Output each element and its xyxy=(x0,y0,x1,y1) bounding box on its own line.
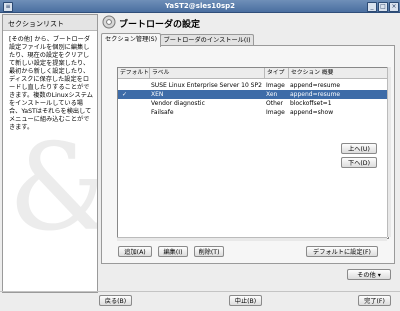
other-menu-button[interactable]: その他 ▾ xyxy=(347,269,391,280)
table-vertical-scrollbar[interactable] xyxy=(387,67,391,237)
delete-button[interactable]: 削除(T) xyxy=(194,246,224,257)
finish-button[interactable]: 完了(F) xyxy=(358,295,391,306)
table-horizontal-scrollbar[interactable] xyxy=(117,237,387,241)
row-summary: append=show xyxy=(290,109,334,116)
help-text: [その他] から、ブートローダ設定ファイルを個別に編集したり、現在の設定をクリア… xyxy=(9,36,93,131)
back-button[interactable]: 戻る(B) xyxy=(99,295,132,306)
table-row[interactable]: Vendor diagnostic Other blockoffset=1 xyxy=(118,99,388,108)
column-header-type[interactable]: タイプ xyxy=(265,68,289,79)
footer-divider xyxy=(0,291,400,292)
close-icon[interactable]: × xyxy=(389,2,399,12)
row-label: Failsafe xyxy=(151,109,174,116)
table-row[interactable]: SUSE Linux Enterprise Server 10 SP2 Imag… xyxy=(118,81,388,90)
window-title: YaST2@sles10sp2 xyxy=(164,2,236,10)
help-pane-title: セクションリスト xyxy=(8,20,64,28)
tab-section-management[interactable]: セクション管理(S) xyxy=(101,33,161,47)
move-down-button[interactable]: 下へ(D) xyxy=(341,157,377,168)
set-default-button[interactable]: デフォルトに設定(F) xyxy=(306,246,378,257)
table-row[interactable]: Failsafe Image append=show xyxy=(118,108,388,117)
column-header-default[interactable]: デフォルト xyxy=(118,68,150,79)
window-titlebar[interactable]: ≡ YaST2@sles10sp2 _ □ × xyxy=(0,0,400,13)
edit-button[interactable]: 編集(I) xyxy=(158,246,188,257)
watermark-logo: & xyxy=(8,119,97,258)
minimize-icon[interactable]: _ xyxy=(367,2,377,12)
row-summary: append=resume xyxy=(290,82,341,89)
row-summary: append=resume xyxy=(290,91,341,98)
row-type: Image xyxy=(266,109,285,116)
column-header-summary[interactable]: セクション 概要 xyxy=(289,68,388,79)
row-type: Other xyxy=(266,100,284,107)
move-up-button[interactable]: 上へ(U) xyxy=(341,143,377,154)
maximize-icon[interactable]: □ xyxy=(378,2,388,12)
row-type: Image xyxy=(266,82,285,89)
checkmark-icon: ✓ xyxy=(122,91,128,98)
help-pane: セクションリスト & [その他] から、ブートローダ設定ファイルを個別に編集した… xyxy=(2,14,98,293)
settings-gear-icon xyxy=(102,15,116,29)
row-label: XEN xyxy=(151,91,164,98)
row-label: Vendor diagnostic xyxy=(151,100,205,107)
row-label: SUSE Linux Enterprise Server 10 SP2 xyxy=(151,82,262,89)
add-button[interactable]: 追加(A) xyxy=(118,246,152,257)
table-row-selected[interactable]: ✓ XEN Xen append=resume xyxy=(118,90,388,99)
row-type: Xen xyxy=(266,91,278,98)
column-header-label[interactable]: ラベル xyxy=(150,68,265,79)
page-title: ブートローダの設定 xyxy=(119,20,201,30)
row-summary: blockoffset=1 xyxy=(290,100,332,107)
abort-button[interactable]: 中止(B) xyxy=(229,295,262,306)
help-pane-header: セクションリスト xyxy=(3,15,97,31)
